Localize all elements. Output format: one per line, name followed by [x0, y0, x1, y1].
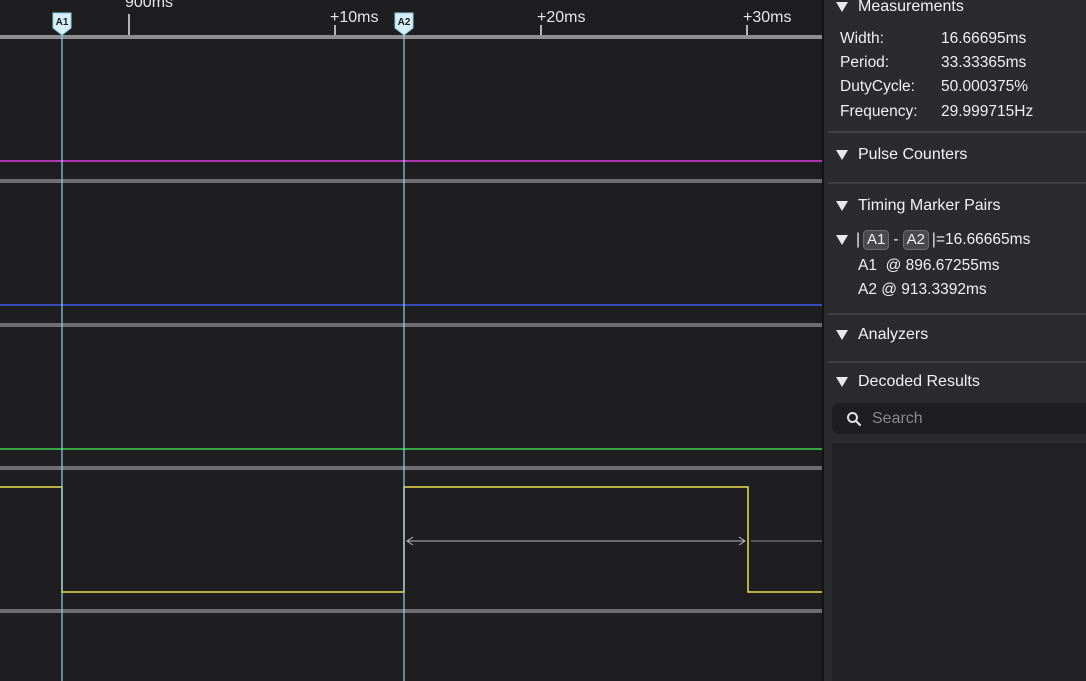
tick-label-20ms: +20ms — [537, 9, 586, 26]
collapse-triangle-icon[interactable] — [836, 377, 848, 387]
timing-marker-pairs-header[interactable]: Timing Marker Pairs — [830, 194, 1086, 218]
section-divider — [828, 182, 1086, 184]
analyzers-title: Analyzers — [858, 326, 929, 343]
collapse-triangle-icon[interactable] — [836, 2, 848, 12]
channel-separator — [0, 323, 822, 327]
collapse-triangle-icon[interactable] — [836, 201, 848, 211]
channel-separator — [0, 466, 822, 470]
waveform-canvas[interactable] — [0, 0, 822, 681]
tick-label-900ms: 900ms — [125, 0, 174, 11]
measurements-title: Measurements — [858, 0, 964, 15]
measurement-dutycycle-value: 50.000375% — [941, 78, 1029, 95]
marker-a1-flag[interactable]: A1 — [52, 12, 72, 36]
search-input[interactable] — [870, 408, 1074, 429]
search-icon — [846, 411, 862, 427]
pulse-counters-title: Pulse Counters — [858, 146, 968, 163]
measurement-width-label: Width: — [840, 30, 884, 47]
pair-bar-open: | — [856, 231, 861, 248]
measurement-frequency-value: 29.999715Hz — [941, 103, 1034, 120]
section-divider — [828, 313, 1086, 315]
pulse-counters-header[interactable]: Pulse Counters — [830, 143, 1086, 167]
channel-3-signal — [0, 486, 822, 593]
section-divider — [828, 361, 1086, 363]
decoded-results-list[interactable] — [832, 443, 1086, 681]
side-panel: Measurements Width: 16.66695ms Period: 3… — [822, 0, 1086, 681]
pair-dash: - — [893, 231, 899, 248]
pair-delta-value: 16.66665ms — [945, 231, 1031, 248]
tick-label-10ms: +10ms — [330, 9, 379, 26]
section-divider — [828, 131, 1086, 133]
marker-a1-label: A1 — [56, 17, 69, 28]
marker-a2-flag[interactable]: A2 — [394, 12, 414, 36]
marker-a2-label: A2 — [398, 17, 411, 28]
timing-marker-pairs-title: Timing Marker Pairs — [858, 197, 1001, 214]
measurement-period-label: Period: — [840, 54, 890, 71]
pair-marker-a2-pill[interactable]: A2 — [902, 230, 929, 250]
pair-equals: = — [935, 231, 946, 248]
analyzers-header[interactable]: Analyzers — [830, 323, 1086, 347]
measurement-frequency-label: Frequency: — [840, 103, 918, 120]
marker-pair-row[interactable]: | A1 - A2 | = 16.66665ms — [834, 230, 1030, 250]
tick-label-30ms: +30ms — [743, 9, 792, 26]
decoded-results-search[interactable] — [832, 403, 1086, 434]
channel-separator — [0, 609, 822, 613]
decoded-results-title: Decoded Results — [858, 373, 980, 390]
decoded-results-header[interactable]: Decoded Results — [830, 370, 1086, 394]
collapse-triangle-icon[interactable] — [836, 330, 848, 340]
measurement-period-value: 33.33365ms — [941, 54, 1027, 71]
marker-a1-position: A1 @ 896.67255ms — [858, 257, 1000, 274]
measurement-width-value: 16.66695ms — [941, 30, 1027, 47]
channel-separator — [0, 179, 822, 183]
marker-a2-position: A2 @ 913.3392ms — [858, 281, 987, 298]
pair-marker-a1-pill[interactable]: A1 — [863, 230, 890, 250]
collapse-triangle-icon[interactable] — [836, 150, 848, 160]
expand-triangle-icon[interactable] — [836, 235, 848, 245]
waveform-view[interactable]: 900ms +10ms +20ms +30ms A1 A2 — [0, 0, 822, 681]
measurement-dutycycle-label: DutyCycle: — [840, 78, 915, 95]
measurements-header[interactable]: Measurements — [830, 0, 1086, 19]
